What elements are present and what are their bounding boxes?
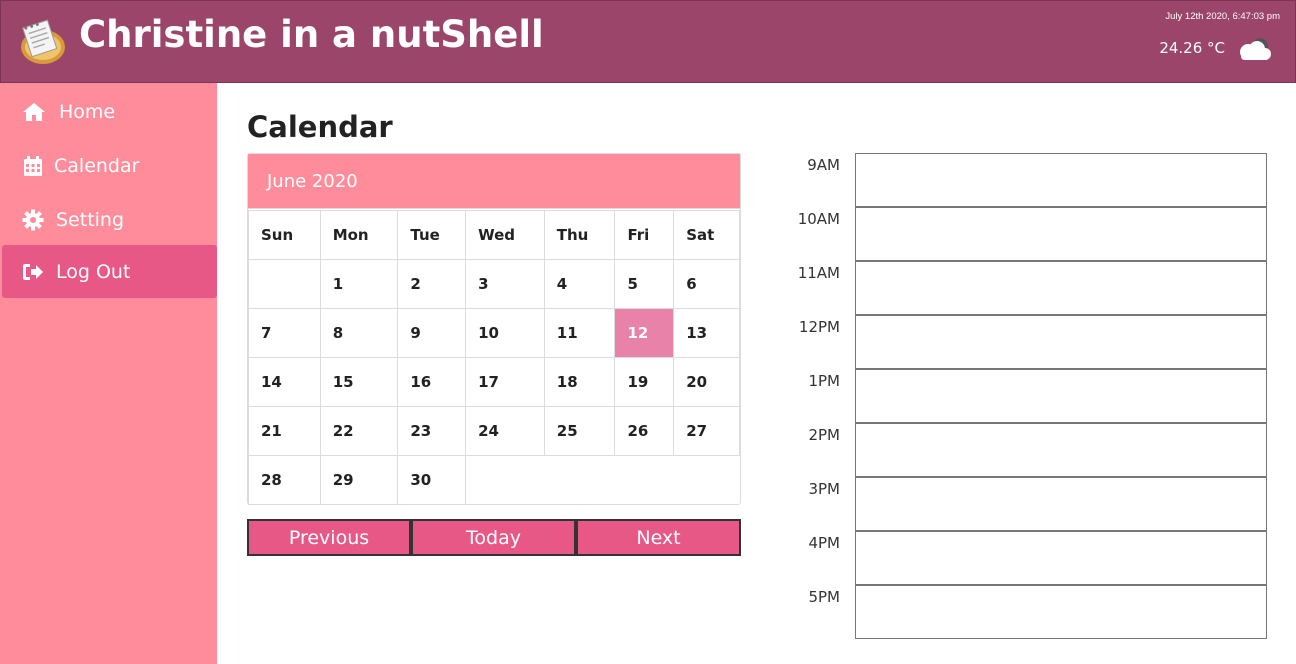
calendar-day-cell[interactable]: 26	[614, 406, 675, 456]
today-button[interactable]: Today	[411, 519, 576, 556]
time-slot-input[interactable]	[855, 531, 1267, 585]
temperature-readout: 24.26 °C	[1159, 39, 1225, 57]
gear-icon	[20, 209, 46, 231]
time-slot-input[interactable]	[855, 207, 1267, 261]
logout-icon	[20, 261, 46, 283]
app-title: Christine in a nutShell	[79, 13, 544, 56]
time-slot-label: 9AM	[807, 156, 840, 174]
calendar-day-cell[interactable]: 1	[319, 259, 399, 309]
calendar-day-cell[interactable]: 19	[614, 357, 675, 407]
calendar-day-cell[interactable]: 24	[465, 406, 545, 456]
calendar-icon	[20, 155, 46, 177]
time-slot-input[interactable]	[855, 261, 1267, 315]
calendar-day-cell[interactable]: 3	[465, 259, 545, 309]
calendar-nav-buttons: Previous Today Next	[247, 519, 741, 556]
calendar-day-cell-empty	[615, 456, 674, 505]
calendar-day-cell[interactable]: 5	[614, 259, 675, 309]
calendar-day-cell[interactable]: 25	[543, 406, 616, 456]
weekday-header: Sun	[248, 210, 321, 260]
calendar-month-label: June 2020	[267, 171, 358, 192]
time-slot-input[interactable]	[855, 369, 1267, 423]
calendar-day-cell[interactable]: 10	[465, 308, 545, 358]
calendar-day-cell[interactable]: 30	[397, 455, 467, 505]
calendar-day-cell[interactable]: 6	[673, 259, 740, 309]
time-slot-label: 10AM	[797, 210, 840, 228]
calendar-grid: Sun Mon Tue Wed Thu Fri Sat 1 2 3 4 5 6 …	[248, 210, 740, 505]
calendar-day-cell[interactable]: 13	[673, 308, 740, 358]
calendar-day-cell[interactable]: 14	[248, 357, 321, 407]
calendar-day-cell[interactable]: 2	[397, 259, 467, 309]
time-slot-label: 11AM	[797, 264, 840, 282]
cloud-icon	[1235, 35, 1273, 63]
time-slot-input[interactable]	[855, 315, 1267, 369]
sidebar-nav: Home Calendar Setting Log Out	[0, 83, 217, 664]
time-slot-label: 3PM	[808, 480, 840, 498]
weekday-header: Thu	[543, 210, 616, 260]
calendar-day-cell[interactable]: 29	[319, 455, 399, 505]
time-slot-input[interactable]	[855, 477, 1267, 531]
time-slot-input[interactable]	[855, 423, 1267, 477]
calendar-week-row: 1 2 3 4 5 6	[248, 259, 740, 309]
time-slot-label: 1PM	[808, 372, 840, 390]
calendar-day-cell[interactable]: 18	[543, 357, 616, 407]
sidebar-item-home[interactable]: Home	[2, 85, 217, 138]
home-icon	[21, 101, 47, 123]
calendar-day-cell[interactable]: 20	[673, 357, 740, 407]
calendar-week-row: 28 29 30	[248, 455, 740, 505]
sidebar-item-label: Home	[59, 100, 116, 123]
calendar-day-cell[interactable]: 11	[543, 308, 616, 358]
next-month-button[interactable]: Next	[576, 519, 741, 556]
weekday-header: Fri	[614, 210, 675, 260]
time-slot-label: 2PM	[808, 426, 840, 444]
calendar-day-cell[interactable]: 21	[248, 406, 321, 456]
weekday-header: Tue	[397, 210, 467, 260]
calendar-day-cell-empty	[466, 456, 545, 505]
time-slot-input[interactable]	[855, 153, 1267, 207]
calendar-week-row: 14 15 16 17 18 19 20	[248, 357, 740, 407]
page-title: Calendar	[247, 110, 393, 144]
time-slot-label: 12PM	[798, 318, 840, 336]
sidebar-item-logout[interactable]: Log Out	[2, 245, 217, 298]
calendar-day-cell[interactable]: 28	[248, 455, 321, 505]
weekday-header: Mon	[319, 210, 399, 260]
weekday-header-row: Sun Mon Tue Wed Thu Fri Sat	[248, 210, 740, 260]
calendar-day-cell[interactable]: 4	[543, 259, 616, 309]
calendar-day-cell-empty	[674, 456, 740, 505]
calendar-day-cell[interactable]: 7	[248, 308, 321, 358]
calendar-day-cell[interactable]: 17	[465, 357, 545, 407]
calendar-widget: June 2020 Sun Mon Tue Wed Thu Fri Sat 1 …	[247, 153, 741, 505]
time-slot-label: 5PM	[808, 588, 840, 606]
calendar-day-cell	[248, 259, 321, 309]
sidebar-item-calendar[interactable]: Calendar	[2, 139, 217, 192]
sidebar-item-label: Setting	[56, 208, 125, 231]
time-slot-label: 4PM	[808, 534, 840, 552]
weekday-header: Sat	[673, 210, 740, 260]
calendar-week-row: 7 8 9 10 11 12 13	[248, 308, 740, 358]
notepad-logo-icon	[17, 17, 69, 67]
calendar-day-cell[interactable]: 8	[319, 308, 399, 358]
calendar-day-cell[interactable]: 9	[397, 308, 467, 358]
weekday-header: Wed	[465, 210, 545, 260]
previous-month-button[interactable]: Previous	[247, 519, 411, 556]
calendar-day-cell[interactable]: 27	[673, 406, 740, 456]
calendar-week-row: 21 22 23 24 25 26 27	[248, 406, 740, 456]
calendar-day-cell-today[interactable]: 12	[614, 308, 675, 358]
sidebar-item-label: Log Out	[56, 260, 131, 283]
calendar-day-cell[interactable]: 16	[397, 357, 467, 407]
time-slot-input[interactable]	[855, 585, 1267, 639]
sidebar-item-label: Calendar	[54, 154, 140, 177]
sidebar-item-setting[interactable]: Setting	[2, 193, 217, 246]
current-datetime: July 12th 2020, 6:47:03 pm	[1165, 11, 1280, 22]
calendar-header: June 2020	[248, 154, 740, 209]
calendar-day-cell-empty	[544, 456, 615, 505]
calendar-day-cell[interactable]: 15	[319, 357, 399, 407]
calendar-day-cell[interactable]: 22	[319, 406, 399, 456]
top-header: Christine in a nutShell July 12th 2020, …	[0, 0, 1296, 83]
calendar-day-cell[interactable]: 23	[397, 406, 467, 456]
